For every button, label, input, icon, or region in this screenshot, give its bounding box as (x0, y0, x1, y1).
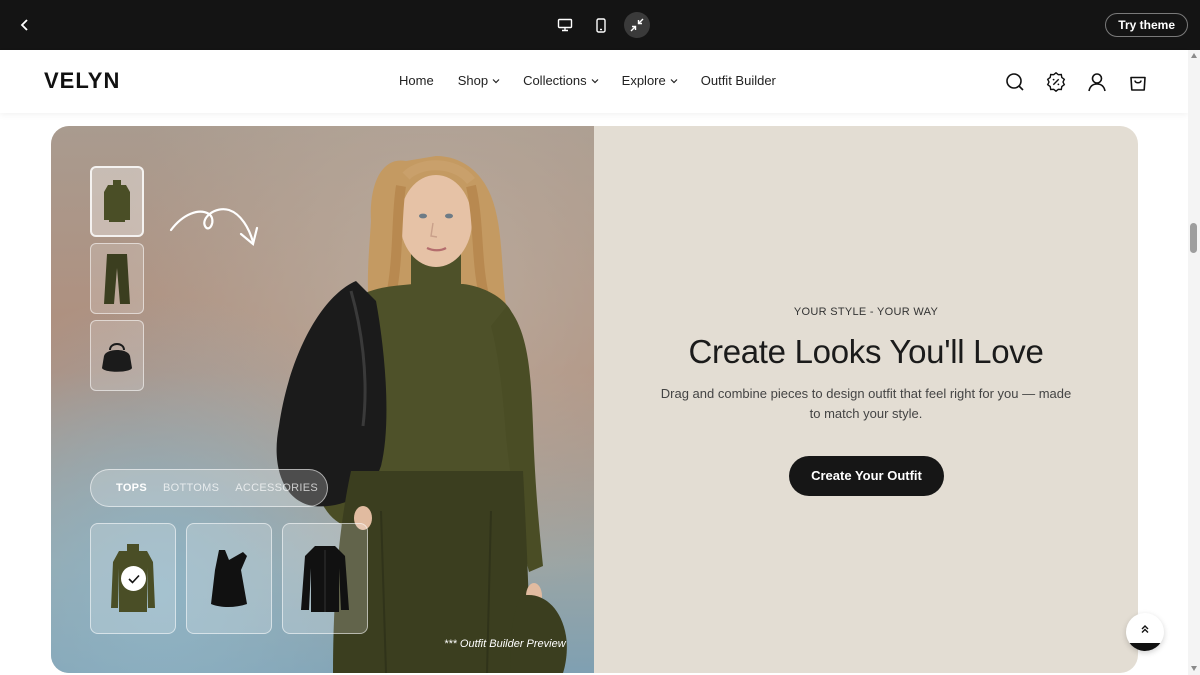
account-button[interactable] (1085, 70, 1109, 94)
chevron-down-icon (591, 78, 599, 83)
thumbnail-top[interactable] (90, 166, 144, 237)
fullscreen-exit-icon (630, 18, 644, 32)
chevron-down-icon (670, 78, 678, 83)
discount-button[interactable] (1044, 70, 1068, 94)
back-button[interactable] (14, 14, 36, 36)
page-scrollbar[interactable] (1188, 50, 1200, 675)
desktop-view-button[interactable] (552, 12, 578, 38)
header-actions (1003, 70, 1150, 94)
nav-label: Explore (621, 73, 666, 88)
outfit-builder-hero: TOPS BOTTOMS ACCESSORIES *** Outfit Buil… (51, 126, 1138, 673)
create-outfit-button[interactable]: Create Your Outfit (789, 456, 944, 496)
chevron-down-icon (492, 78, 500, 83)
nav-shop[interactable]: Shop (458, 73, 500, 88)
nav-label: Outfit Builder (700, 73, 776, 88)
scrollbar-thumb[interactable] (1190, 223, 1197, 253)
nav-label: Collections (523, 73, 587, 88)
main-nav: Home Shop Collections Explore Outfit Bui… (399, 73, 776, 88)
exit-fullscreen-button[interactable] (624, 12, 650, 38)
try-theme-button[interactable]: Try theme (1105, 13, 1188, 37)
cardigan-icon (301, 545, 349, 612)
double-chevron-up-icon (1141, 625, 1149, 633)
tab-accessories[interactable]: ACCESSORIES (235, 482, 318, 494)
category-tabs: TOPS BOTTOMS ACCESSORIES (90, 469, 328, 507)
search-icon (1006, 73, 1024, 91)
cart-button[interactable] (1126, 70, 1150, 94)
hero-description: Drag and combine pieces to design outfit… (660, 386, 1072, 421)
mobile-view-button[interactable] (588, 12, 614, 38)
curly-arrow-icon (169, 208, 259, 246)
tab-tops[interactable]: TOPS (116, 482, 147, 494)
bag-icon (102, 342, 132, 372)
product-card-black-cardigan[interactable] (282, 523, 368, 634)
nav-label: Shop (457, 73, 489, 88)
nav-collections[interactable]: Collections (523, 73, 599, 88)
hero-media: TOPS BOTTOMS ACCESSORIES *** Outfit Buil… (51, 126, 594, 673)
pants-icon (104, 253, 130, 304)
scroll-down-arrow-icon[interactable] (1191, 666, 1197, 671)
cart-icon (1130, 76, 1146, 91)
back-to-top-button[interactable] (1126, 613, 1164, 651)
hero-copy: YOUR STYLE - YOUR WAY Create Looks You'l… (594, 126, 1138, 673)
nav-explore[interactable]: Explore (622, 73, 678, 88)
scroll-progress-fill (1126, 643, 1164, 651)
outfit-thumbnails (90, 166, 144, 391)
preview-note: *** Outfit Builder Preview (444, 638, 566, 650)
theme-preview-bar: Try theme (0, 0, 1200, 50)
account-icon (1088, 73, 1106, 92)
product-card-one-shoulder-top[interactable] (186, 523, 272, 634)
product-options (90, 523, 368, 634)
scroll-up-arrow-icon[interactable] (1191, 53, 1197, 58)
hero-headline: Create Looks You'll Love (688, 333, 1044, 370)
thumbnail-bottom[interactable] (90, 243, 144, 314)
mobile-icon (596, 17, 606, 33)
nav-label: Home (399, 73, 434, 88)
selected-check-icon (121, 566, 146, 591)
search-button[interactable] (1003, 70, 1027, 94)
one-shoulder-top-icon (211, 549, 247, 607)
tab-bottoms[interactable]: BOTTOMS (163, 482, 219, 494)
nav-outfit-builder[interactable]: Outfit Builder (701, 73, 776, 88)
store-header: VELYN Home Shop Collections Explore Outf… (0, 50, 1188, 113)
desktop-icon (557, 18, 573, 32)
store-logo[interactable]: VELYN (44, 68, 120, 94)
thumbnail-accessory[interactable] (90, 320, 144, 391)
device-switcher (552, 12, 650, 38)
nav-home[interactable]: Home (399, 73, 434, 88)
discount-badge-icon (1046, 72, 1066, 92)
hero-eyebrow: YOUR STYLE - YOUR WAY (793, 306, 939, 318)
turtleneck-icon (104, 179, 130, 222)
product-card-olive-turtleneck[interactable] (90, 523, 176, 634)
chevron-left-icon (20, 19, 28, 31)
